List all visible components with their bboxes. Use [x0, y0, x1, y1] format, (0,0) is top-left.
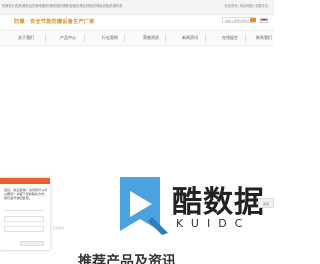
- nav-separator: [84, 34, 85, 42]
- nav-item-cases[interactable]: 行业案例: [102, 35, 118, 41]
- nav-item-honors[interactable]: 荣誉资质: [143, 35, 159, 41]
- top-strip-links[interactable]: 防爆型仪表|防爆电机|防爆电器|防爆照明|防爆配电箱|防爆控制箱|防爆接线箱|防…: [2, 3, 123, 8]
- nav-separator: [124, 34, 125, 42]
- site-logo[interactable]: 防爆 · 安全节能防爆设备生产厂家: [14, 18, 95, 25]
- chat-phone-field[interactable]: [4, 226, 44, 232]
- top-strip: 防爆型仪表|防爆电机|防爆电器|防爆照明|防爆配电箱|防爆控制箱|防爆接线箱|防…: [0, 0, 274, 15]
- side-service-tab[interactable]: 客服: [258, 198, 274, 208]
- watermark-logo-icon: [120, 177, 168, 235]
- nav-item-products[interactable]: 产品中心: [60, 35, 76, 41]
- top-strip-right-links[interactable]: 在线咨询 | 网站地图 | 收藏本站: [225, 3, 268, 8]
- faint-label: 仅供参考: [53, 226, 65, 230]
- nav-separator: [45, 34, 46, 42]
- main-nav: 关于我们 产品中心 行业案例 荣誉资质 新闻资讯 在线留言 联系我们: [0, 30, 274, 46]
- nav-separator: [245, 34, 246, 42]
- chat-header[interactable]: [0, 178, 50, 184]
- nav-separator: [205, 34, 206, 42]
- chat-divider: [4, 210, 44, 211]
- nav-separator: [165, 34, 166, 42]
- chat-name-field[interactable]: [4, 216, 44, 222]
- nav-item-about[interactable]: 关于我们: [18, 35, 34, 41]
- nav-item-news[interactable]: 新闻资讯: [182, 35, 198, 41]
- watermark: 酷数据 KUIDC: [112, 165, 264, 245]
- nav-item-message[interactable]: 在线留言: [222, 35, 238, 41]
- watermark-title: 酷数据: [172, 185, 265, 220]
- nav-item-contact[interactable]: 联系我们: [256, 35, 272, 41]
- language-flag-icon[interactable]: [260, 18, 268, 23]
- chat-send-button[interactable]: [20, 241, 44, 246]
- search-icon[interactable]: [250, 18, 256, 22]
- section-heading: 推荐产品及资讯: [78, 253, 176, 264]
- chat-message: 您好，欢迎咨询！请问有什么可以帮您？请留下您的联系方式，我们会尽快回复您。: [4, 188, 48, 200]
- chat-popup[interactable]: 您好，欢迎咨询！请问有什么可以帮您？请留下您的联系方式，我们会尽快回复您。: [0, 178, 50, 250]
- watermark-subtitle: KUIDC: [176, 217, 251, 230]
